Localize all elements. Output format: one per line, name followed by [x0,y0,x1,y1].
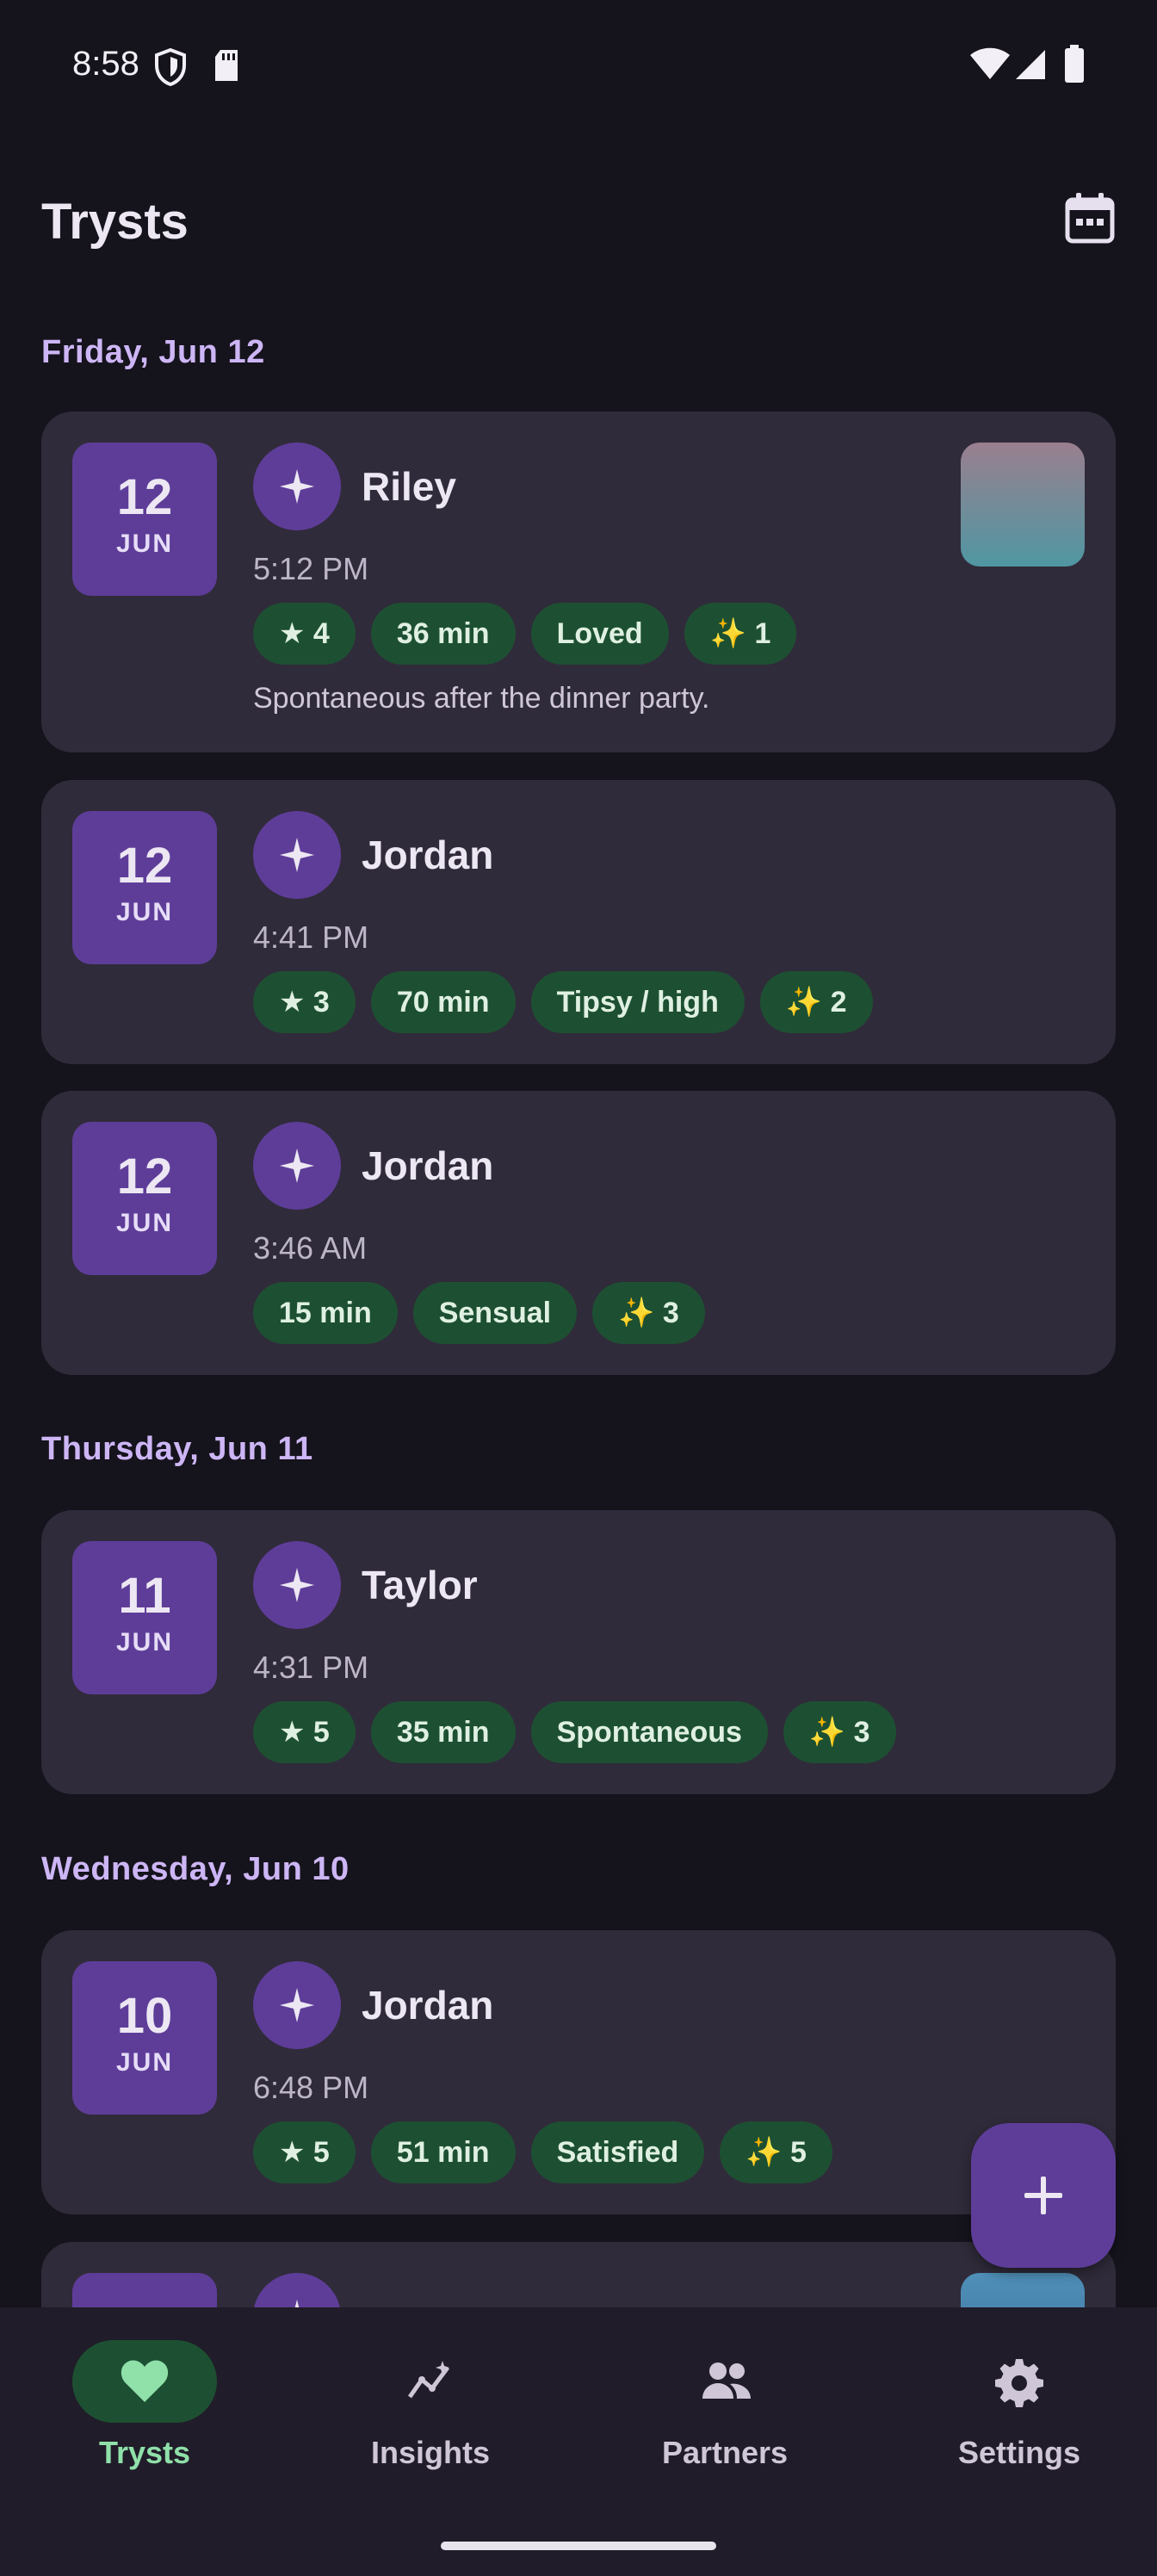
date-badge: 11 JUN [72,1541,217,1694]
tryst-card[interactable]: 11 JUN Taylor 4:31 PM ★ 5 35 min Spontan… [41,1510,1116,1794]
date-badge: 12 JUN [72,443,217,596]
mood-chip: Spontaneous [530,1701,768,1763]
insights-icon [407,2361,449,2399]
mood-chip: Satisfied [530,2121,705,2183]
partner-name: Jordan [362,1143,494,1188]
status-time: 8:58 [72,45,139,83]
sparkle-avatar-icon [253,443,341,530]
tryst-card[interactable]: 12 JUN Riley 5:12 PM ★ 4 36 min Loved ✨ … [41,412,1116,752]
chip-row: ★ 5 51 min Satisfied ✨ 5 [253,2121,832,2183]
section-header: Wednesday, Jun 10 [41,1851,350,1887]
sparkle-avatar-icon [253,1961,341,2049]
photo-thumbnail[interactable] [961,443,1085,567]
date-month: JUN [115,898,173,926]
sparkle-avatar-icon [253,811,341,899]
date-day: 10 [116,1988,173,2044]
page-title: Trysts [41,194,189,250]
status-bar: 8:58 [0,0,1157,129]
rating-chip: ★ 5 [253,2121,356,2183]
mood-chip: Loved [530,603,669,665]
duration-chip: 51 min [370,2121,516,2183]
sparkle-chip: ✨ 5 [720,2121,832,2183]
signal-icon [1014,48,1047,81]
sparkle-avatar-icon [253,1122,341,1210]
sd-card-icon [212,48,241,83]
calendar-icon[interactable] [1062,191,1117,246]
date-badge: 10 JUN [72,1961,217,2115]
nav-label: Partners [661,2435,789,2470]
duration-chip: 36 min [370,603,516,665]
section-header: Thursday, Jun 11 [41,1431,313,1467]
gesture-bar[interactable] [441,2542,716,2550]
partner-name: Jordan [362,1983,494,2028]
heart-icon [121,2360,169,2402]
entry-time: 4:31 PM [253,1650,369,1685]
app-bar: Trysts [41,181,1117,258]
duration-chip: 70 min [370,971,516,1033]
entry-note: Spontaneous after the dinner party. [253,682,710,715]
rating-chip: ★ 3 [253,971,356,1033]
sparkle-avatar-icon [253,1541,341,1629]
date-day: 11 [118,1568,171,1624]
gear-icon [995,2359,1043,2407]
wifi-icon [969,46,1011,81]
battery-icon [1064,45,1085,83]
date-badge: 12 JUN [72,811,217,964]
date-month: JUN [115,1628,173,1656]
sparkle-chip: ✨ 1 [684,603,797,665]
entry-time: 3:46 AM [253,1230,368,1266]
rating-chip: ★ 4 [253,603,356,665]
date-badge: 12 JUN [72,1122,217,1275]
duration-chip: 35 min [370,1701,516,1763]
partner-name: Riley [362,464,456,509]
entry-time: 4:41 PM [253,920,369,955]
shield-icon [153,48,188,86]
partner-name: Jordan [362,833,494,877]
add-tryst-button[interactable] [971,2123,1116,2268]
nav-label: Trysts [98,2435,191,2470]
tryst-card[interactable]: 12 JUN Jordan 3:46 AM 15 min Sensual ✨ 3 [41,1091,1116,1375]
sparkle-chip: ✨ 2 [759,971,873,1033]
rating-chip: ★ 5 [253,1701,356,1763]
date-day: 12 [116,469,173,525]
date-day: 12 [116,1149,173,1204]
mood-chip: Sensual [412,1282,578,1344]
mood-chip: Tipsy / high [530,971,745,1033]
nav-label: Insights [370,2435,490,2470]
sparkle-chip: ✨ 3 [592,1282,705,1344]
nav-item-insights[interactable]: Insights [286,2340,575,2495]
nav-item-trysts[interactable]: Trysts [0,2340,289,2495]
plus-icon [1024,2177,1062,2214]
chip-row: 15 min Sensual ✨ 3 [253,1282,705,1344]
chip-row: ★ 5 35 min Spontaneous ✨ 3 [253,1701,896,1763]
tryst-card[interactable]: 10 JUN Jordan 6:48 PM ★ 5 51 min Satisfi… [41,1930,1116,2214]
date-day: 12 [116,838,173,894]
date-month: JUN [115,529,173,558]
tryst-card[interactable]: 12 JUN Jordan 4:41 PM ★ 3 70 min Tipsy /… [41,780,1116,1064]
nav-label: Settings [957,2435,1080,2470]
nav-item-settings[interactable]: Settings [875,2340,1157,2495]
section-header: Friday, Jun 12 [41,334,265,370]
partner-name: Taylor [362,1563,478,1607]
sparkle-chip: ✨ 3 [783,1701,896,1763]
people-icon [702,2362,751,2399]
bottom-nav: Trysts Insights Partners Settings [0,2307,1157,2576]
chip-row: ★ 3 70 min Tipsy / high ✨ 2 [253,971,873,1033]
entry-time: 5:12 PM [253,551,369,586]
nav-item-partners[interactable]: Partners [580,2340,869,2495]
entry-time: 6:48 PM [253,2070,369,2105]
date-month: JUN [115,2048,173,2077]
chip-row: ★ 4 36 min Loved ✨ 1 [253,603,797,665]
date-month: JUN [115,1209,173,1237]
duration-chip: 15 min [253,1282,398,1344]
